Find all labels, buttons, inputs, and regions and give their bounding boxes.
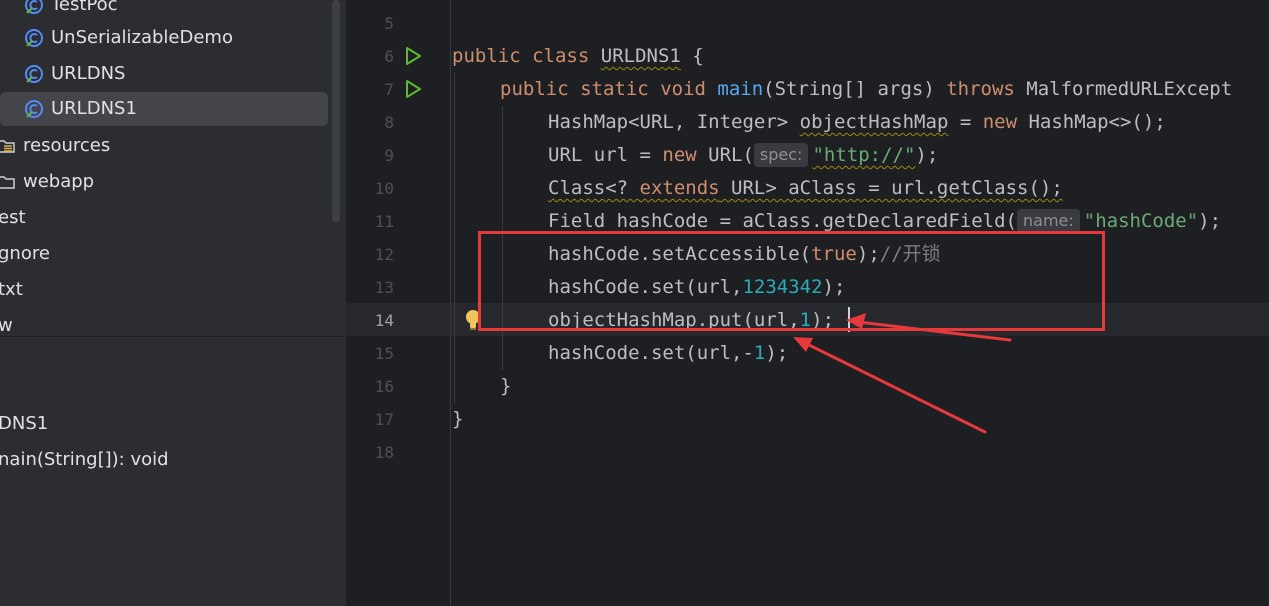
resources-folder-icon (0, 140, 15, 153)
keyword: throws (946, 78, 1015, 100)
java-class-icon (25, 100, 43, 118)
code-text: hashCode.set(url,- (548, 342, 754, 364)
tree-item-label: w (0, 315, 13, 335)
structure-panel: DNS1 nain(String[]): void (0, 337, 346, 606)
code-line-7[interactable]: public static void main(String[] args) t… (452, 73, 1232, 106)
line-number-current: 14 (374, 311, 394, 330)
run-class-icon[interactable] (403, 46, 423, 66)
code-line-17[interactable]: } (452, 403, 463, 436)
parameter-hint: name: (1017, 209, 1080, 233)
tree-item-label: webapp (23, 171, 95, 192)
tree-item-label: URLDNS1 (51, 98, 137, 119)
tree-item-webapp[interactable]: webapp (0, 165, 330, 199)
number-literal: 1 (753, 342, 766, 364)
tree-item-testpoc[interactable]: TestPoc (0, 0, 330, 22)
code-line-15[interactable]: hashCode.set(url,-1); (452, 337, 788, 370)
tree-item-label: UnSerializableDemo (51, 27, 233, 48)
gutter-separator (450, 0, 451, 606)
line-number: 7 (384, 80, 394, 99)
line-number: 18 (374, 443, 394, 462)
code-text: URL> aClass = url.getClass(); (719, 177, 1063, 199)
code-text: Class<? (548, 177, 640, 199)
code-text: { (680, 45, 704, 67)
keyword: public (500, 78, 569, 100)
class-name: URLDNS1 (600, 45, 681, 67)
code-text: URL url = (548, 144, 663, 166)
structure-item-class[interactable]: DNS1 (0, 407, 48, 441)
tree-item-urldns1[interactable]: URLDNS1 (0, 92, 328, 126)
keyword: class (532, 45, 590, 67)
java-class-icon (25, 0, 43, 14)
tree-scrollbar[interactable] (332, 0, 340, 222)
keyword: new (662, 144, 697, 166)
string-literal: "hashCode" (1083, 210, 1199, 232)
tree-item-urldns[interactable]: URLDNS (0, 57, 330, 91)
structure-item-label: DNS1 (0, 413, 49, 434)
line-number: 15 (374, 344, 394, 363)
line-number: 8 (384, 113, 394, 132)
variable-name: objectHashMap (799, 111, 949, 133)
tree-item-label: resources (23, 135, 111, 156)
method-name: main (717, 78, 764, 100)
line-number: 17 (374, 410, 394, 429)
keyword: extends (639, 177, 720, 199)
line-number: 6 (384, 47, 394, 66)
closing-brace: } (500, 375, 512, 397)
code-text: ); (765, 342, 789, 364)
tree-item-label: URLDNS (51, 63, 126, 84)
line-number: 12 (374, 245, 394, 264)
code-line-10[interactable]: Class<? extends URL> aClass = url.getCla… (452, 172, 1063, 205)
run-main-icon[interactable] (403, 79, 423, 99)
folder-icon (0, 176, 15, 189)
code-text: HashMap<>(); (1017, 111, 1166, 133)
code-text: URL( (696, 144, 754, 166)
parameter-hint: spec: (753, 143, 809, 167)
tree-item-label: est (0, 207, 26, 228)
annotation-highlight-box (478, 231, 1105, 331)
keyword: public (452, 45, 521, 67)
closing-brace: } (452, 408, 464, 430)
code-text: (String[] args) (763, 78, 947, 100)
line-number: 10 (374, 179, 394, 198)
tree-item-unserializabledemo[interactable]: UnSerializableDemo (0, 21, 330, 55)
code-text: MalformedURLExcept (1014, 78, 1233, 100)
tree-item-test[interactable]: est (0, 201, 328, 235)
code-text: ); (1198, 210, 1222, 232)
structure-item-method[interactable]: nain(String[]): void (0, 443, 169, 477)
code-line-6[interactable]: public class URLDNS1 { (452, 40, 704, 73)
code-text: ); (915, 144, 939, 166)
code-text: HashMap<URL, Integer> (548, 111, 800, 133)
tree-item-label: gnore (0, 243, 50, 264)
line-number: 11 (374, 212, 394, 231)
java-class-icon (25, 65, 43, 83)
tree-item-gitignore[interactable]: gnore (0, 237, 328, 271)
line-number: 13 (374, 278, 394, 297)
code-line-16[interactable]: } (452, 370, 511, 403)
java-class-icon (25, 29, 43, 47)
line-number: 16 (374, 377, 394, 396)
code-line-9[interactable]: URL url = new URL(spec: "http://"); (452, 139, 938, 172)
code-line-8[interactable]: HashMap<URL, Integer> objectHashMap = ne… (452, 106, 1166, 139)
left-panel: TestPoc UnSerializableDemo URLDNS URLDNS… (0, 0, 346, 606)
line-number: 5 (384, 14, 394, 33)
keyword: new (982, 111, 1018, 133)
keyword: void (660, 78, 706, 100)
keyword: static (580, 78, 649, 100)
tree-item-label: txt (0, 279, 23, 300)
structure-item-label: nain(String[]): void (0, 449, 169, 470)
project-tree: TestPoc UnSerializableDemo URLDNS URLDNS… (0, 0, 346, 335)
code-text: Field hashCode = aClass.getDeclaredField… (548, 210, 1017, 232)
tree-item-txt[interactable]: txt (0, 273, 328, 307)
line-number: 9 (384, 146, 394, 165)
string-literal: "http://" (812, 144, 916, 166)
tree-item-label: TestPoc (51, 0, 118, 15)
code-text: = (948, 111, 983, 133)
tree-item-w[interactable]: w (0, 309, 328, 335)
tree-item-resources[interactable]: resources (0, 129, 330, 163)
